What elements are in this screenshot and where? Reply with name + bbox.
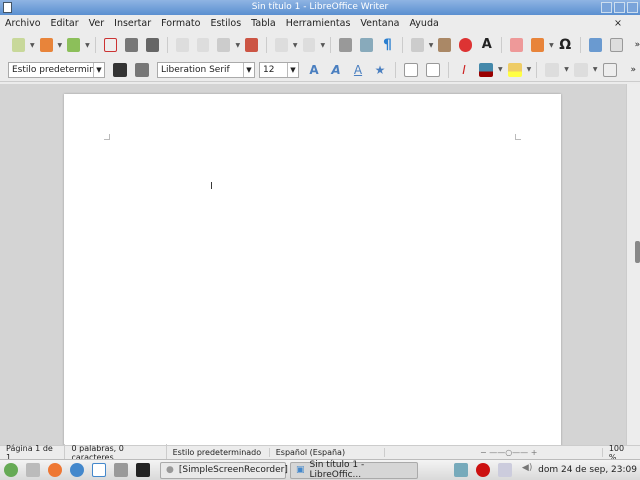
clone-formatting-icon[interactable]: [245, 38, 259, 52]
terminal-icon[interactable]: [136, 463, 150, 477]
fontwork-icon[interactable]: A: [480, 38, 493, 52]
paste-icon[interactable]: [217, 38, 231, 52]
open-icon[interactable]: [39, 38, 53, 52]
menu-estilos[interactable]: Estilos: [210, 18, 241, 29]
font-size-select[interactable]: 12 ▼: [259, 61, 299, 78]
firefox-icon[interactable]: [48, 463, 62, 477]
window-title: Sin título 1 - LibreOffice Writer: [251, 2, 389, 12]
print-preview-icon[interactable]: [145, 38, 159, 52]
menu-ver[interactable]: Ver: [89, 18, 105, 29]
table-icon[interactable]: [410, 38, 424, 52]
paragraph-icon[interactable]: [602, 62, 617, 77]
network-icon[interactable]: [454, 463, 469, 477]
numbering-icon[interactable]: [573, 62, 588, 77]
menu-ayuda[interactable]: Ayuda: [409, 18, 438, 29]
image-icon[interactable]: [438, 38, 452, 52]
status-bar: Página 1 de 1 0 palabras, 0 caracteres E…: [0, 443, 640, 462]
menu-tabla[interactable]: Tabla: [251, 18, 276, 29]
standard-toolbar: ▼ ▼ ▼ ▼ ▼ ▼ ¶ ▼ A ▼ Ω »: [0, 33, 640, 57]
recorder-tray-icon[interactable]: [476, 463, 491, 477]
task-simplescreenrecorder[interactable]: ● [SimpleScreenRecorder]: [160, 461, 288, 479]
update-icon[interactable]: [498, 463, 513, 477]
paragraph-style-select[interactable]: Estilo predetermin ▼: [8, 61, 105, 78]
special-character-icon[interactable]: Ω: [559, 38, 572, 52]
document-icon: [3, 2, 12, 13]
close-document-button[interactable]: ×: [614, 18, 622, 29]
print-icon[interactable]: [124, 38, 138, 52]
page[interactable]: I: [64, 94, 561, 445]
title-bar: Sin título 1 - LibreOffice Writer: [0, 0, 640, 15]
language[interactable]: Español (España): [270, 448, 385, 457]
undo-icon[interactable]: [274, 38, 288, 52]
copy-icon[interactable]: [196, 38, 210, 52]
volume-icon[interactable]: ◀): [520, 463, 534, 477]
font-effects-icon[interactable]: ★: [373, 63, 387, 77]
font-color-icon[interactable]: [479, 62, 493, 77]
bold-icon[interactable]: A: [307, 63, 321, 77]
cut-icon[interactable]: [175, 38, 189, 52]
document-area: I: [0, 84, 626, 445]
taskbar: ● [SimpleScreenRecorder] ▣ Sin título 1 - …: [0, 459, 640, 480]
menu-bar: Archivo Editar Ver Insertar Formato Esti…: [0, 15, 640, 32]
page-style[interactable]: Estilo predeterminado: [167, 448, 270, 457]
page-break-icon[interactable]: [510, 38, 524, 52]
chromium-icon[interactable]: [70, 463, 84, 477]
files-icon[interactable]: [26, 463, 40, 477]
minimize-button[interactable]: [601, 2, 612, 13]
footnote-icon[interactable]: [609, 38, 623, 52]
chart-icon[interactable]: [459, 38, 473, 52]
margin-mark: [104, 134, 110, 140]
field-icon[interactable]: [531, 38, 545, 52]
italic-icon[interactable]: A: [329, 63, 343, 77]
text-cursor-icon: I: [210, 181, 213, 192]
redo-icon[interactable]: [302, 38, 316, 52]
menu-ventana[interactable]: Ventana: [360, 18, 399, 29]
close-button[interactable]: [627, 2, 638, 13]
writer-icon[interactable]: [92, 463, 106, 477]
subscript-icon[interactable]: [426, 62, 440, 77]
clear-formatting-icon[interactable]: I: [457, 63, 471, 77]
export-pdf-icon[interactable]: [103, 38, 117, 52]
task-writer[interactable]: ▣ Sin título 1 - LibreOffic...: [290, 460, 418, 480]
menu-herramientas[interactable]: Herramientas: [286, 18, 351, 29]
save-icon[interactable]: [67, 38, 81, 52]
chevron-down-icon[interactable]: ▼: [93, 62, 104, 77]
underline-icon[interactable]: A: [351, 63, 365, 77]
update-style-icon[interactable]: [113, 62, 127, 77]
menu-icon[interactable]: [4, 463, 18, 477]
highlight-icon[interactable]: [507, 62, 522, 77]
formatting-toolbar: Estilo predetermin ▼ Liberation Serif ▼ 12…: [0, 58, 640, 82]
maximize-button[interactable]: [614, 2, 625, 13]
formatting-marks-icon[interactable]: ¶: [381, 38, 394, 52]
find-replace-icon[interactable]: [339, 38, 352, 52]
scroll-thumb[interactable]: [635, 241, 640, 263]
menu-formato[interactable]: Formato: [161, 18, 200, 29]
bullets-icon[interactable]: [545, 62, 560, 77]
hyperlink-icon[interactable]: [588, 38, 602, 52]
spellcheck-icon[interactable]: [359, 38, 373, 52]
clock[interactable]: dom 24 de sep, 23:09: [538, 465, 637, 475]
zoom-slider[interactable]: − ——○—— +: [474, 448, 603, 457]
new-icon[interactable]: [12, 38, 25, 52]
menu-insertar[interactable]: Insertar: [114, 18, 151, 29]
menu-archivo[interactable]: Archivo: [5, 18, 41, 29]
vertical-scrollbar[interactable]: [626, 84, 640, 445]
more-tools-button[interactable]: »: [635, 40, 640, 50]
chevron-down-icon[interactable]: ▼: [243, 62, 254, 77]
screenshot-icon[interactable]: [114, 463, 128, 477]
margin-mark: [515, 134, 521, 140]
new-style-icon[interactable]: [135, 62, 149, 77]
font-name-select[interactable]: Liberation Serif ▼: [157, 61, 255, 78]
menu-editar[interactable]: Editar: [51, 18, 79, 29]
superscript-icon[interactable]: [404, 62, 418, 77]
chevron-down-icon[interactable]: ▼: [287, 62, 298, 77]
more-format-button[interactable]: »: [631, 65, 637, 75]
